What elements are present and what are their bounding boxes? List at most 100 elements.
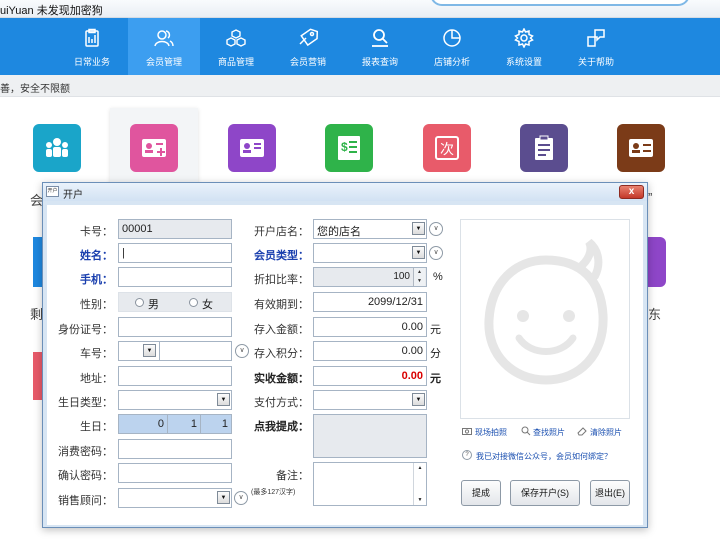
expand-circle-icon[interactable]: ∨	[429, 222, 443, 236]
password-field[interactable]	[118, 439, 232, 459]
nav-daily-business[interactable]: 日常业务	[56, 18, 128, 75]
notice-text: 善，安全不限额	[0, 84, 70, 95]
password-confirm-field[interactable]	[118, 463, 232, 483]
svg-text:$: $	[341, 140, 348, 154]
clear-photo-link[interactable]: 清除照片	[590, 427, 622, 438]
name-field[interactable]: |	[118, 243, 232, 263]
points-unit: 分	[430, 348, 441, 360]
help-circle-icon: ?	[462, 450, 472, 460]
members-icon	[154, 30, 174, 47]
nav-system-settings[interactable]: 系统设置	[488, 18, 560, 75]
chevron-down-icon[interactable]: ▼	[412, 246, 425, 259]
gender-female-radio[interactable]	[189, 298, 198, 307]
actual-unit: 元	[430, 373, 441, 385]
capture-photo-link[interactable]: 现场拍照	[475, 427, 507, 438]
add-member-card-icon	[142, 139, 166, 157]
discount-field[interactable]: 100	[313, 267, 427, 287]
card-no-field[interactable]: 00001	[118, 219, 232, 239]
close-button[interactable]: x	[619, 185, 644, 199]
remark-textarea[interactable]	[313, 462, 427, 506]
store-select[interactable]: 您的店名	[313, 219, 427, 239]
nav-member-marketing[interactable]: 会员营销	[272, 18, 344, 75]
dialog-app-icon: 开户	[46, 186, 59, 197]
remark-scrollbar[interactable]: ▲ ▼	[413, 463, 426, 505]
address-field[interactable]	[118, 366, 232, 386]
pwd-label: 消费密码：	[58, 446, 113, 458]
dialog-title-bar[interactable]: 开户 开户 x	[43, 183, 647, 201]
deposit-field[interactable]: 0.00	[313, 317, 427, 337]
tile-money-list[interactable]: $	[325, 124, 373, 172]
expand-circle-icon[interactable]: ∨	[234, 491, 248, 505]
commission-field[interactable]	[313, 414, 427, 458]
commission-button[interactable]: 提成	[461, 480, 501, 506]
bg-text-fragment: ”	[648, 190, 653, 205]
gender-male-radio[interactable]	[135, 298, 144, 307]
nav-label: 会员管理	[145, 57, 182, 67]
tile-member-card[interactable]	[228, 124, 276, 172]
tile-member-group[interactable]	[33, 124, 81, 172]
nav-about-help[interactable]: 关于帮助	[560, 18, 632, 75]
chevron-down-icon[interactable]: ▼	[217, 393, 230, 406]
nav-member-management[interactable]: 会员管理	[128, 18, 200, 75]
tile-card-remove[interactable]	[617, 124, 665, 172]
nav-label: 关于帮助	[577, 57, 614, 67]
name-label: 姓名：	[80, 250, 113, 262]
member-type-select[interactable]	[313, 243, 427, 263]
spinner-down-icon[interactable]: ▼	[414, 277, 425, 286]
exit-button[interactable]: 退出(E)	[590, 480, 630, 506]
birth-type-label: 生日类型：	[58, 397, 113, 409]
birth-type-select[interactable]	[118, 390, 232, 410]
expand-circle-icon[interactable]: ∨	[235, 344, 249, 358]
birthday-label: 生日：	[80, 421, 113, 433]
birth-month-field[interactable]: 1	[167, 414, 201, 434]
eraser-icon[interactable]	[577, 426, 587, 436]
pay-method-select[interactable]	[313, 390, 427, 410]
dialog-body: 卡号： 00001 姓名： | 手机： 性别： 男 女 身份证号： 车号： ▼ …	[47, 205, 643, 525]
notice-bar: 善，安全不限额	[0, 75, 720, 97]
camera-icon[interactable]	[462, 427, 472, 435]
wechat-bind-link[interactable]: 我已对接微信公众号，会员如何绑定？	[476, 451, 612, 462]
remark-hint: (最多127汉字)	[251, 489, 296, 496]
address-label: 地址：	[80, 373, 113, 385]
points-field[interactable]: 0.00	[313, 341, 427, 361]
card-remove-icon	[629, 139, 653, 157]
nav-label: 会员营销	[289, 57, 326, 67]
expiry-field[interactable]: 2099/12/31	[313, 292, 427, 312]
discount-spinner[interactable]: ▲ ▼	[413, 268, 425, 286]
chevron-down-icon[interactable]: ▼	[412, 222, 425, 235]
report-search-icon	[372, 29, 388, 47]
expand-circle-icon[interactable]: ∨	[429, 246, 443, 260]
actual-amount-field[interactable]: 0.00	[313, 366, 427, 386]
help-icon	[587, 29, 605, 47]
birth-year-field[interactable]: 0	[118, 414, 168, 434]
spinner-up-icon[interactable]: ▲	[414, 268, 425, 277]
chevron-down-icon[interactable]: ▼	[412, 393, 425, 406]
app-title: uiYuan 未发现加密狗	[0, 5, 103, 17]
chevron-down-icon[interactable]: ▼	[217, 491, 230, 504]
birth-day-field[interactable]: 1	[200, 414, 232, 434]
search-icon[interactable]	[521, 426, 531, 436]
find-photo-link[interactable]: 查找照片	[533, 427, 565, 438]
advisor-select[interactable]	[118, 488, 232, 508]
member-card-icon	[240, 139, 264, 157]
phone-field[interactable]	[118, 267, 232, 287]
expiry-label: 有效期到：	[254, 299, 309, 311]
gender-female-label: 女	[202, 299, 213, 311]
tag-icon	[299, 28, 318, 47]
nav-product-management[interactable]: 商品管理	[200, 18, 272, 75]
nav-store-analysis[interactable]: 店铺分析	[416, 18, 488, 75]
tile-add-member[interactable]	[130, 124, 178, 172]
main-nav: 日常业务 会员管理 商品管理 会员营销 报表查询 店铺分析 系统设置 关于帮助	[0, 18, 720, 75]
id-label: 身份证号：	[58, 324, 113, 336]
car-no-field[interactable]	[159, 341, 232, 361]
chevron-down-icon[interactable]: ▼	[143, 344, 156, 357]
tile-times[interactable]: 次	[423, 124, 471, 172]
dialog-title: 开户	[63, 190, 83, 201]
deposit-label: 存入金额：	[254, 324, 309, 336]
save-open-account-button[interactable]: 保存开户(S)	[510, 480, 580, 506]
discount-unit: %	[433, 271, 443, 283]
tile-clipboard[interactable]	[520, 124, 568, 172]
nav-report-query[interactable]: 报表查询	[344, 18, 416, 75]
id-field[interactable]	[118, 317, 232, 337]
commission-label: 点我提成：	[254, 421, 309, 433]
